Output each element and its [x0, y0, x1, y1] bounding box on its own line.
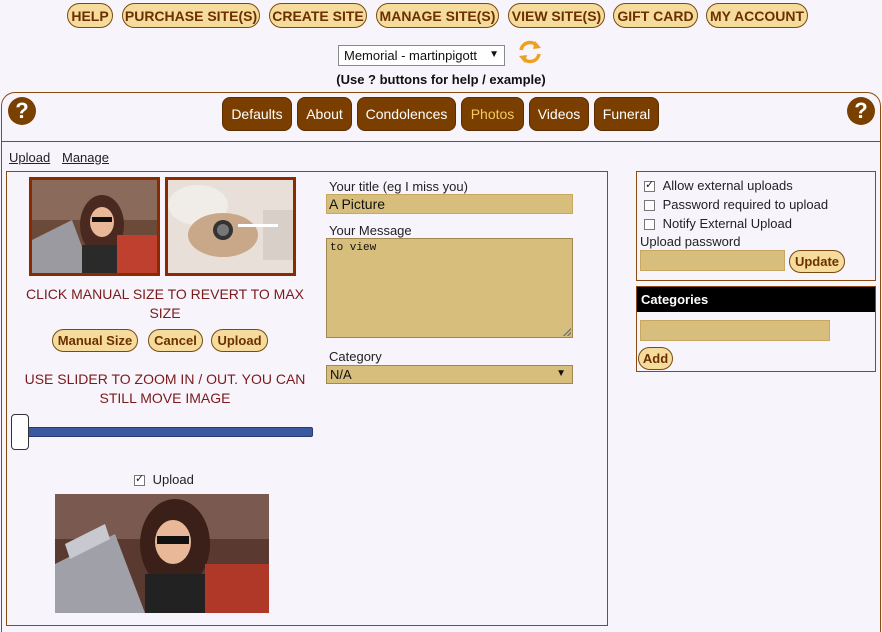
- photo-thumbnail-2[interactable]: [165, 177, 296, 276]
- category-label: Category: [329, 349, 382, 364]
- cancel-button[interactable]: Cancel: [148, 329, 203, 352]
- gift-card-nav-button[interactable]: GIFT CARD: [613, 3, 698, 28]
- dropdown-arrow-icon: ▼: [556, 368, 566, 379]
- title-input[interactable]: A Picture: [326, 194, 573, 214]
- allow-external-checkbox[interactable]: [644, 178, 655, 193]
- title-label: Your title (eg I miss you): [329, 179, 468, 194]
- zoom-slider-track[interactable]: [22, 427, 313, 437]
- password-required-checkbox[interactable]: [644, 200, 655, 212]
- frame-divider: [1, 141, 881, 142]
- category-name-input[interactable]: [640, 320, 830, 341]
- create-site-nav-button[interactable]: CREATE SITE: [269, 3, 367, 28]
- allow-external-row[interactable]: Allow external uploads: [644, 178, 793, 193]
- my-account-nav-button[interactable]: MY ACCOUNT: [706, 3, 808, 28]
- zoom-slider-handle[interactable]: [11, 414, 29, 450]
- message-textarea[interactable]: to view: [326, 238, 573, 338]
- tab-defaults[interactable]: Defaults: [222, 97, 292, 131]
- resize-grip-icon[interactable]: [563, 328, 571, 336]
- notify-external-checkbox[interactable]: [644, 219, 655, 231]
- categories-heading: Categories: [637, 287, 875, 312]
- dropdown-arrow-icon: ▼: [489, 49, 499, 60]
- refresh-icon[interactable]: [516, 38, 544, 66]
- upload-checkbox[interactable]: [134, 472, 145, 487]
- help-question-icon-left[interactable]: ?: [8, 97, 36, 125]
- update-button[interactable]: Update: [789, 250, 845, 273]
- site-select-value: Memorial - martinpigott: [344, 48, 477, 63]
- tab-condolences[interactable]: Condolences: [357, 97, 456, 131]
- photo-preview[interactable]: [55, 494, 269, 613]
- help-nav-button[interactable]: HELP: [67, 3, 113, 28]
- instruction-manual-size: CLICK MANUAL SIZE TO REVERT TO MAX SIZE: [25, 286, 304, 321]
- allow-external-label: Allow external uploads: [662, 178, 793, 193]
- instruction-zoom: USE SLIDER TO ZOOM IN / OUT. YOU CAN STI…: [24, 371, 306, 406]
- upload-password-input[interactable]: [640, 250, 785, 271]
- notify-external-label: Notify External Upload: [662, 216, 792, 231]
- password-required-row[interactable]: Password required to upload: [644, 197, 828, 212]
- help-note: (Use ? buttons for help / example): [336, 72, 546, 87]
- tab-funeral[interactable]: Funeral: [594, 97, 659, 131]
- upload-password-label: Upload password: [640, 234, 741, 249]
- upload-checkbox-label: Upload: [152, 472, 194, 487]
- upload-link[interactable]: Upload: [9, 150, 50, 165]
- password-required-label: Password required to upload: [662, 197, 829, 212]
- manage-sites-nav-button[interactable]: MANAGE SITE(S): [376, 3, 499, 28]
- tab-photos[interactable]: Photos: [461, 97, 524, 131]
- manage-link[interactable]: Manage: [62, 150, 109, 165]
- tab-about[interactable]: About: [297, 97, 352, 131]
- photo-thumbnail-1[interactable]: [29, 177, 160, 276]
- category-select[interactable]: N/A ▼: [326, 365, 573, 384]
- message-text: to view: [330, 242, 377, 254]
- message-label: Your Message: [329, 223, 412, 238]
- manual-size-button[interactable]: Manual Size: [52, 329, 138, 352]
- upload-checkbox-row[interactable]: Upload: [134, 472, 194, 487]
- site-select[interactable]: Memorial - martinpigott ▼: [338, 45, 505, 66]
- add-category-button[interactable]: Add: [638, 347, 673, 370]
- purchase-sites-nav-button[interactable]: PURCHASE SITE(S): [122, 3, 260, 28]
- category-select-value: N/A: [330, 367, 352, 382]
- upload-button[interactable]: Upload: [211, 329, 268, 352]
- notify-external-row[interactable]: Notify External Upload: [644, 216, 792, 231]
- tab-videos[interactable]: Videos: [529, 97, 589, 131]
- help-question-icon-right[interactable]: ?: [847, 97, 875, 125]
- view-sites-nav-button[interactable]: VIEW SITE(S): [508, 3, 605, 28]
